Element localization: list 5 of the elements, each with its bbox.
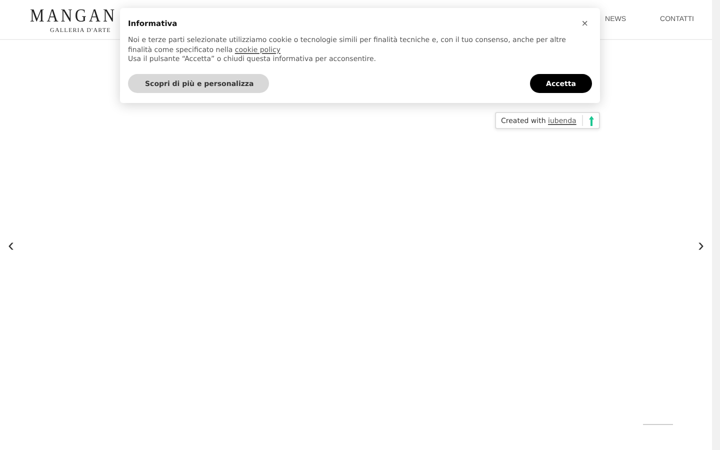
close-button[interactable]: ×: [582, 19, 588, 29]
arrow-up-icon: [589, 116, 594, 126]
next-slide-button[interactable]: ›: [696, 234, 706, 256]
logo[interactable]: MANGAN: [30, 4, 117, 30]
previous-slide-button[interactable]: ‹: [6, 234, 16, 256]
